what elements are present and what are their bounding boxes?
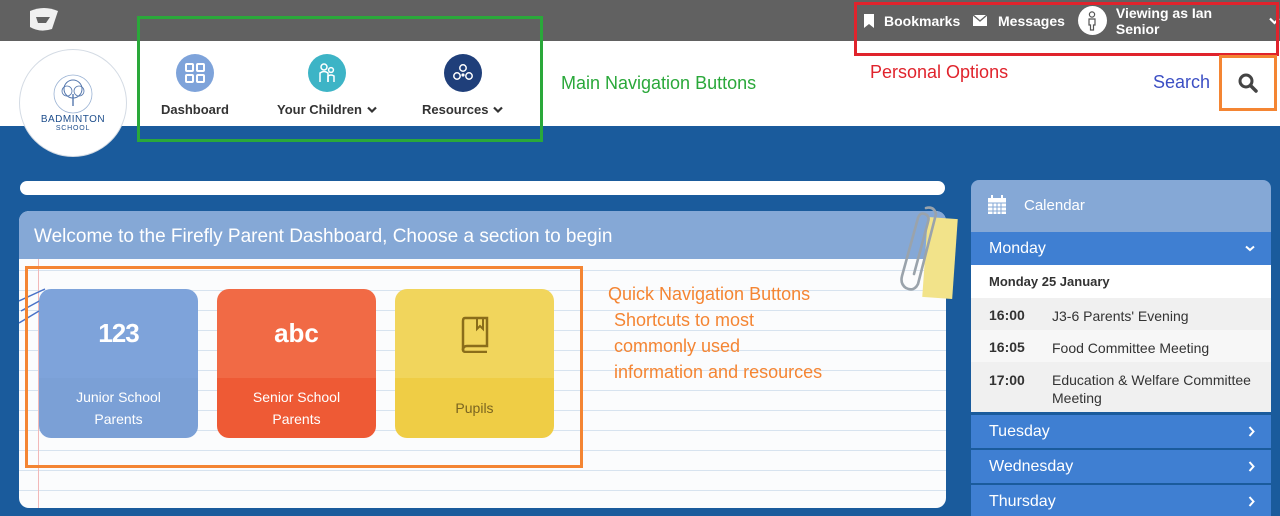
day-tuesday[interactable]: Tuesday: [971, 415, 1271, 448]
day-tuesday-label: Tuesday: [989, 422, 1050, 440]
event-time: 17:00: [989, 372, 1025, 388]
personal-options-highlight: [854, 2, 1279, 56]
tree-crest-icon: [53, 74, 93, 113]
annotation-quick-nav-desc-2: commonly used: [614, 336, 741, 356]
day-wednesday-label: Wednesday: [989, 457, 1074, 475]
search-button[interactable]: [1224, 60, 1272, 106]
calendar-panel: Calendar Monday Monday 25 January 16:00 …: [971, 180, 1271, 516]
school-name: BADMINTON: [40, 113, 106, 125]
calendar-icon: [988, 195, 1006, 214]
chevron-right-icon: [1248, 450, 1255, 483]
day-monday-label: Monday: [989, 239, 1046, 257]
school-logo[interactable]: BADMINTON SCHOOL: [19, 49, 127, 157]
welcome-title: Welcome to the Firefly Parent Dashboard,…: [34, 226, 613, 247]
calendar-event[interactable]: 17:00 Education & Welfare Committee Meet…: [971, 362, 1271, 412]
annotation-personal-options: Personal Options: [870, 62, 1009, 82]
chevron-down-icon: [1245, 232, 1255, 265]
annotation-quick-nav-desc-1: Shortcuts to most: [614, 310, 755, 330]
event-time: 16:05: [989, 339, 1025, 355]
day-wednesday[interactable]: Wednesday: [971, 450, 1271, 483]
event-title: Food Committee Meeting: [1052, 340, 1210, 356]
search-icon: [1238, 73, 1258, 93]
annotation-quick-nav-title: Quick Navigation Buttons: [608, 284, 811, 304]
calendar-event[interactable]: 16:05 Food Committee Meeting: [971, 330, 1271, 362]
annotation-quick-nav-desc-3: information and resources: [614, 362, 823, 382]
annotation-main-nav: Main Navigation Buttons: [561, 73, 757, 93]
annotation-search: Search: [1153, 72, 1211, 92]
event-title: J3-6 Parents' Evening: [1052, 308, 1189, 324]
main-nav-highlight: [137, 16, 543, 142]
event-time: 16:00: [989, 307, 1025, 323]
day-thursday[interactable]: Thursday: [971, 485, 1271, 516]
day-monday[interactable]: Monday: [971, 232, 1271, 265]
calendar-event[interactable]: 16:00 J3-6 Parents' Evening: [971, 298, 1271, 330]
welcome-card-header: Welcome to the Firefly Parent Dashboard,…: [19, 211, 946, 259]
school-name-sub: SCHOOL: [55, 124, 91, 132]
paperclip-icon: [900, 206, 938, 291]
day-thursday-label: Thursday: [989, 492, 1056, 510]
chevron-right-icon: [1248, 415, 1255, 448]
progress-bar: [20, 181, 945, 195]
chevron-right-icon: [1248, 485, 1255, 516]
firefly-logo-icon[interactable]: [26, 7, 62, 33]
quick-nav-highlight: [25, 266, 583, 468]
event-title: Education & Welfare Committee Meeting: [1052, 372, 1251, 406]
calendar-header: Calendar: [971, 180, 1271, 232]
calendar-title: Calendar: [1024, 197, 1085, 214]
calendar-date-heading: Monday 25 January: [971, 265, 1271, 298]
